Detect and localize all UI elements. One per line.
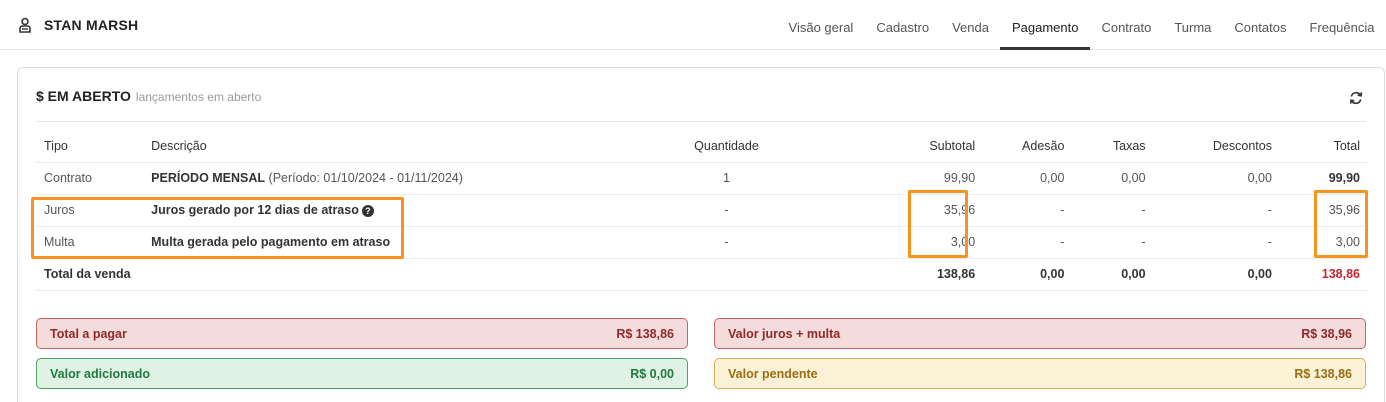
user-icon <box>19 17 31 33</box>
user-name: STAN MARSH <box>44 17 139 33</box>
juros-multa-value: R$ 38,96 <box>1301 326 1352 341</box>
cell-quantidade: 1 <box>629 162 824 195</box>
cell-descricao: PERÍODO MENSAL (Período: 01/10/2024 - 01… <box>143 162 630 195</box>
juros-multa-box: Valor juros + multa R$ 38,96 <box>714 318 1366 349</box>
tab-contatos[interactable]: Contatos <box>1223 0 1298 50</box>
cell-taxas: - <box>1072 194 1154 227</box>
total-a-pagar-box: Total a pagar R$ 138,86 <box>36 318 688 349</box>
table-row: Contrato PERÍODO MENSAL (Período: 01/10/… <box>36 162 1368 195</box>
cell-descontos: - <box>1153 226 1280 259</box>
cell-total: 35,96 <box>1279 194 1368 227</box>
cell-adesao: - <box>983 226 1073 259</box>
refresh-icon[interactable] <box>1348 90 1364 106</box>
card-header: $ EM ABERTO lançamentos em aberto <box>36 88 261 104</box>
header-divider <box>36 121 1366 122</box>
cell-adesao: 0,00 <box>983 162 1073 195</box>
entries-table: Tipo Descrição Quantidade Subtotal Adesã… <box>36 130 1368 291</box>
cell-tipo: Multa <box>36 226 144 259</box>
cell-descricao: Multa gerada pelo pagamento em atraso <box>143 226 630 259</box>
top-bar: STAN MARSH Visão geral Cadastro Venda Pa… <box>0 0 1386 50</box>
open-entries-card: $ EM ABERTO lançamentos em aberto Tipo D… <box>17 67 1385 402</box>
cell-quantidade: - <box>629 194 824 227</box>
col-adesao: Adesão <box>983 130 1073 163</box>
cell-subtotal: 35,96 <box>823 194 984 227</box>
col-descontos: Descontos <box>1153 130 1280 163</box>
col-descricao: Descrição <box>143 130 630 163</box>
valor-pendente-value: R$ 138,86 <box>1294 366 1352 381</box>
cell-taxas: - <box>1072 226 1154 259</box>
valor-adicionado-label: Valor adicionado <box>50 366 151 381</box>
valor-pendente-box: Valor pendente R$ 138,86 <box>714 358 1366 389</box>
cell-adesao: - <box>983 194 1073 227</box>
cell-quantidade: - <box>629 226 824 259</box>
tab-pagamento[interactable]: Pagamento <box>1000 0 1090 50</box>
tab-cadastro[interactable]: Cadastro <box>865 0 941 50</box>
descricao-title: Multa gerada pelo pagamento em atraso <box>151 235 391 249</box>
descricao-title: PERÍODO MENSAL <box>151 171 266 185</box>
card-title: $ EM ABERTO <box>36 88 131 104</box>
descricao-title: Juros gerado por 12 dias de atraso <box>151 203 359 217</box>
cell-tipo: Contrato <box>36 162 144 195</box>
col-subtotal: Subtotal <box>823 130 984 163</box>
col-taxas: Taxas <box>1072 130 1154 163</box>
table-header-row: Tipo Descrição Quantidade Subtotal Adesã… <box>36 130 1368 163</box>
valor-pendente-label: Valor pendente <box>728 366 818 381</box>
card-subtitle: lançamentos em aberto <box>135 90 262 104</box>
footer-total: 138,86 <box>1279 258 1368 291</box>
col-tipo: Tipo <box>36 130 144 163</box>
footer-taxas: 0,00 <box>1072 258 1154 291</box>
valor-adicionado-value: R$ 0,00 <box>630 366 674 381</box>
tab-visao-geral[interactable]: Visão geral <box>777 0 865 50</box>
col-total: Total <box>1279 130 1368 163</box>
cell-total: 3,00 <box>1279 226 1368 259</box>
descricao-period: (Período: 01/10/2024 - 01/11/2024) <box>268 171 463 185</box>
table-row: Juros Juros gerado por 12 dias de atraso… <box>36 194 1368 227</box>
help-icon[interactable]: ? <box>361 205 374 217</box>
total-a-pagar-value: R$ 138,86 <box>616 326 674 341</box>
juros-multa-label: Valor juros + multa <box>728 326 841 341</box>
tab-contrato[interactable]: Contrato <box>1090 0 1163 50</box>
col-quantidade: Quantidade <box>629 130 824 163</box>
cell-total: 99,90 <box>1279 162 1368 195</box>
footer-label: Total da venda <box>36 258 824 291</box>
cell-subtotal: 99,90 <box>823 162 984 195</box>
cell-descricao: Juros gerado por 12 dias de atraso? <box>143 194 630 227</box>
cell-subtotal: 3,00 <box>823 226 984 259</box>
footer-adesao: 0,00 <box>983 258 1073 291</box>
tab-bar: Visão geral Cadastro Venda Pagamento Con… <box>777 0 1386 50</box>
cell-tipo: Juros <box>36 194 144 227</box>
user-header: STAN MARSH <box>18 17 138 33</box>
table-row: Multa Multa gerada pelo pagamento em atr… <box>36 226 1368 259</box>
total-a-pagar-label: Total a pagar <box>50 326 127 341</box>
tab-turma[interactable]: Turma <box>1163 0 1223 50</box>
footer-descontos: 0,00 <box>1153 258 1280 291</box>
table-footer-row: Total da venda 138,86 0,00 0,00 0,00 138… <box>36 258 1368 291</box>
tab-frequencia[interactable]: Frequência <box>1298 0 1386 50</box>
footer-subtotal: 138,86 <box>823 258 984 291</box>
valor-adicionado-box: Valor adicionado R$ 0,00 <box>36 358 688 389</box>
cell-taxas: 0,00 <box>1072 162 1154 195</box>
cell-descontos: - <box>1153 194 1280 227</box>
tab-venda[interactable]: Venda <box>941 0 1001 50</box>
cell-descontos: 0,00 <box>1153 162 1280 195</box>
